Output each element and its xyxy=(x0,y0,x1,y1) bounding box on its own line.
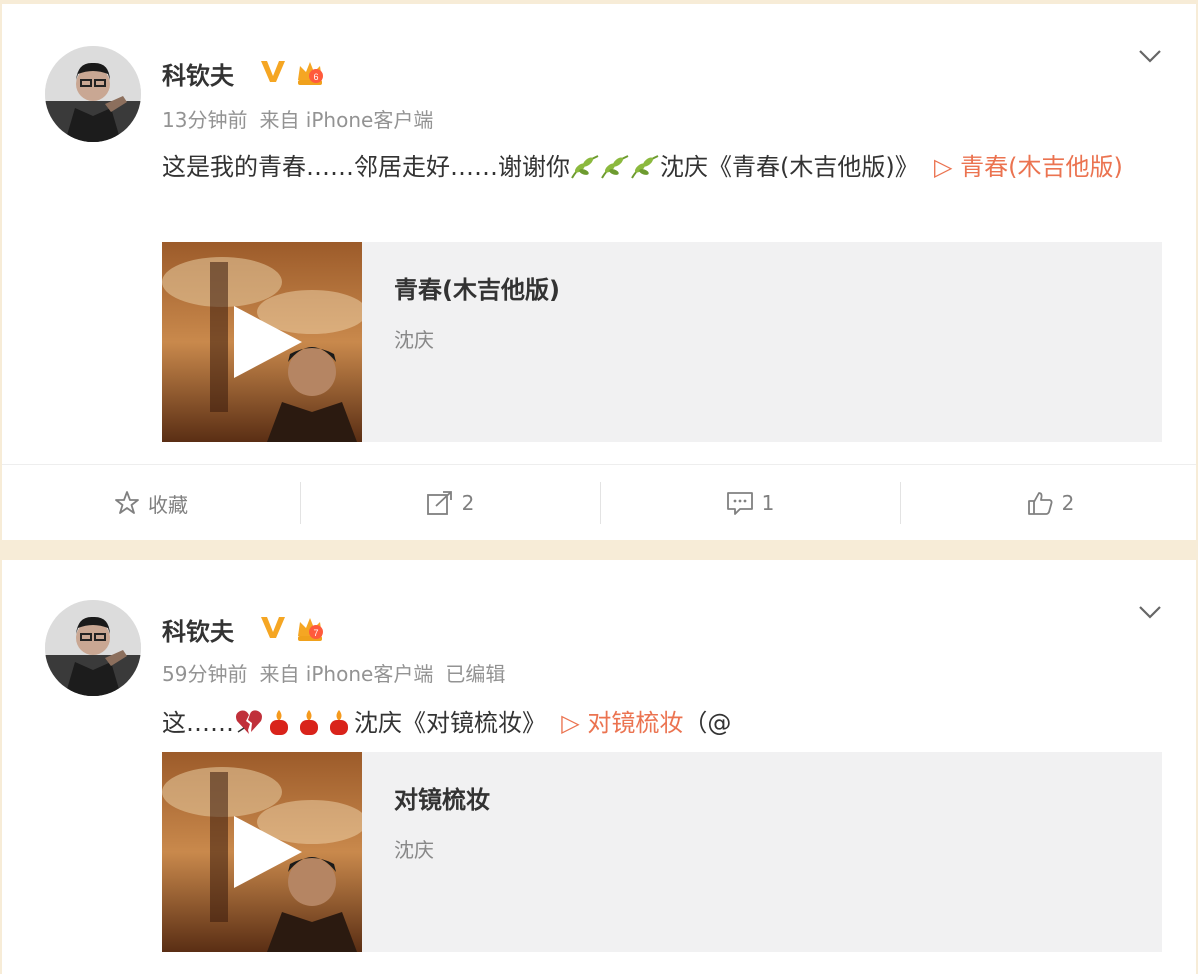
album-cover[interactable] xyxy=(162,752,362,952)
post-source[interactable]: 来自 iPhone客户端 xyxy=(259,108,433,132)
post-time[interactable]: 13分钟前 xyxy=(162,108,247,132)
avatar[interactable] xyxy=(45,600,141,696)
leaf-icon xyxy=(570,149,600,195)
user-name[interactable]: 科钦夫 xyxy=(162,612,234,647)
verified-badge-icon xyxy=(261,61,285,82)
comment-button[interactable]: 1 xyxy=(601,466,899,540)
user-name[interactable]: 科钦夫 xyxy=(162,56,234,91)
song-title[interactable]: 对镜梳妆 xyxy=(394,780,490,815)
comment-count: 1 xyxy=(761,491,775,515)
candle-icon xyxy=(324,705,354,751)
repost-button[interactable]: 2 xyxy=(301,466,599,540)
leaf-icon xyxy=(600,149,630,195)
divider xyxy=(2,464,1196,465)
weibo-post-1: 科钦夫 6 13分钟前 来自 iPhone客户端 这是我的青春……邻居走好……谢谢… xyxy=(2,4,1196,540)
music-card[interactable]: 青春(木吉他版) 沈庆 xyxy=(162,242,1162,442)
svg-text:7: 7 xyxy=(313,628,318,638)
like-button[interactable]: 2 xyxy=(901,466,1198,540)
repost-count: 2 xyxy=(461,491,475,515)
music-link-label: 对镜梳妆 xyxy=(587,709,684,737)
thumbs-up-icon xyxy=(1027,492,1053,515)
svg-text:6: 6 xyxy=(313,72,318,82)
repost-icon xyxy=(426,491,452,515)
music-link[interactable]: ▷ 对镜梳妆 xyxy=(561,709,683,737)
post-time[interactable]: 59分钟前 xyxy=(162,662,247,686)
avatar[interactable] xyxy=(45,46,141,142)
like-count: 2 xyxy=(1061,491,1075,515)
post-meta: 13分钟前 来自 iPhone客户端 xyxy=(162,104,445,133)
favorite-button[interactable]: 收藏 xyxy=(2,466,300,540)
song-artist[interactable]: 沈庆 xyxy=(394,834,434,863)
broken-heart-icon xyxy=(234,705,264,751)
verified-badge-icon xyxy=(261,617,285,638)
song-title[interactable]: 青春(木吉他版) xyxy=(394,270,560,305)
post-text: 这是我的青春……邻居走好……谢谢你 沈庆《青春(木吉他版)》 ▷ 青春(木吉他版) xyxy=(162,144,1162,195)
play-triangle-icon: ▷ xyxy=(561,709,588,737)
vip-crown-icon: 7 xyxy=(298,618,323,641)
star-icon xyxy=(115,491,139,514)
album-cover[interactable] xyxy=(162,242,362,442)
action-bar: 收藏 2 1 2 xyxy=(2,466,1196,540)
song-artist[interactable]: 沈庆 xyxy=(394,324,434,353)
music-card[interactable]: 对镜梳妆 沈庆 xyxy=(162,752,1162,952)
music-link-label: 青春(木吉他版) xyxy=(960,153,1123,181)
favorite-label: 收藏 xyxy=(148,492,188,517)
edited-label[interactable]: 已编辑 xyxy=(445,662,505,686)
chevron-down-icon[interactable] xyxy=(1138,604,1162,620)
mention-tail[interactable]: （@ xyxy=(683,709,731,737)
post-text-song: 沈庆《对镜梳妆》 xyxy=(354,709,546,737)
post-text-body: 这…… xyxy=(162,709,234,737)
candle-icon xyxy=(294,705,324,751)
post-meta: 59分钟前 来自 iPhone客户端 已编辑 xyxy=(162,658,517,687)
post-text-song: 沈庆《青春(木吉他版)》 xyxy=(660,153,919,181)
leaf-icon xyxy=(630,149,660,195)
music-link[interactable]: ▷ 青春(木吉他版) xyxy=(934,153,1123,181)
post-text: 这…… 沈庆《对镜梳妆》 ▷ 对镜梳妆（@ xyxy=(162,700,1162,751)
chevron-down-icon[interactable] xyxy=(1138,48,1162,64)
post-source[interactable]: 来自 iPhone客户端 xyxy=(259,662,433,686)
vip-crown-icon: 6 xyxy=(298,62,323,85)
comment-icon xyxy=(726,492,753,515)
play-triangle-icon: ▷ xyxy=(934,153,961,181)
candle-icon xyxy=(264,705,294,751)
weibo-post-2: 科钦夫 7 59分钟前 来自 iPhone客户端 已编辑 这…… 沈庆《对镜梳妆》 ▷… xyxy=(2,560,1196,974)
post-text-body: 这是我的青春……邻居走好……谢谢你 xyxy=(162,153,570,181)
